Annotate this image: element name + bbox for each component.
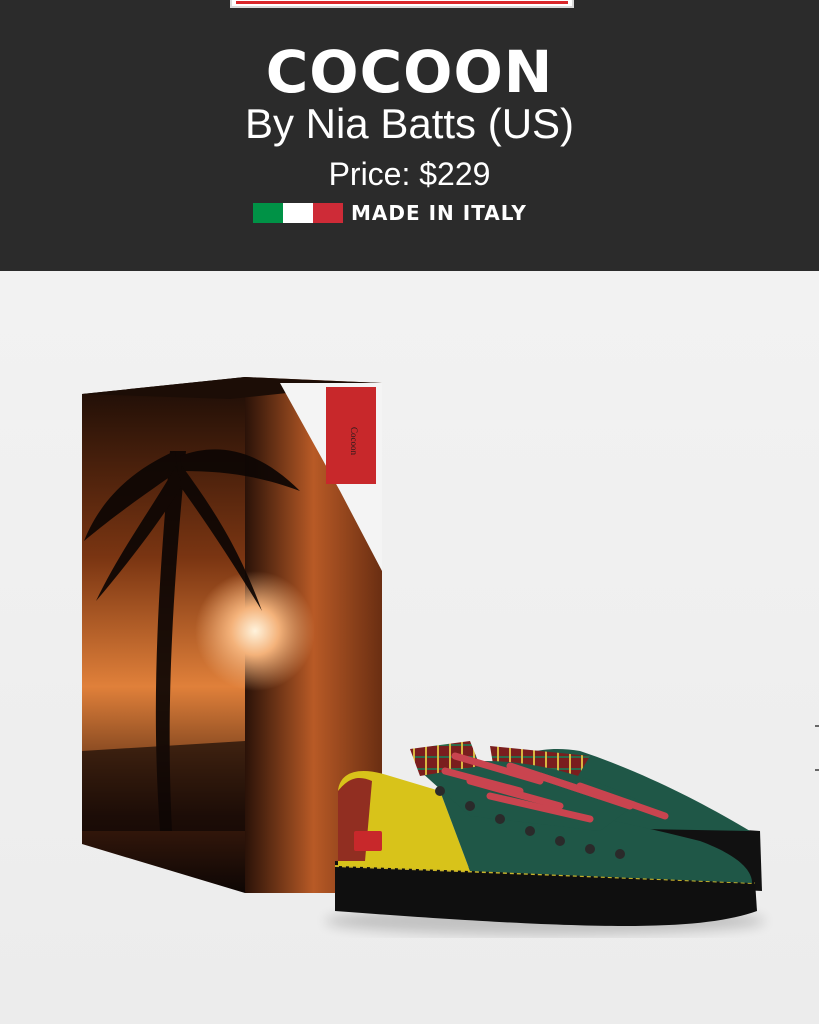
origin-label: MADE IN ITALY	[351, 201, 527, 225]
product-title: COCOON	[265, 38, 554, 106]
top-banner-tab[interactable]	[230, 0, 574, 8]
banner-accent-bar	[236, 1, 568, 4]
box-label-text: Cocoon	[349, 427, 359, 455]
shoe-box: Cocoon	[82, 377, 382, 893]
designer-name: By Nia Batts (US)	[244, 100, 575, 147]
scroll-indicator-bottom	[815, 769, 819, 771]
product-header: COCOON By Nia Batts (US) Price: $229 MAD…	[0, 0, 819, 271]
product-image-area: Cocoon	[0, 271, 819, 1024]
product-price: Price: $229	[328, 156, 491, 192]
shoe-label-tag	[354, 831, 382, 851]
product-image[interactable]: Cocoon	[0, 271, 819, 1024]
origin-badge: MADE IN ITALY	[253, 201, 527, 225]
scroll-indicator-top	[815, 725, 819, 727]
italy-flag-icon	[253, 203, 343, 223]
